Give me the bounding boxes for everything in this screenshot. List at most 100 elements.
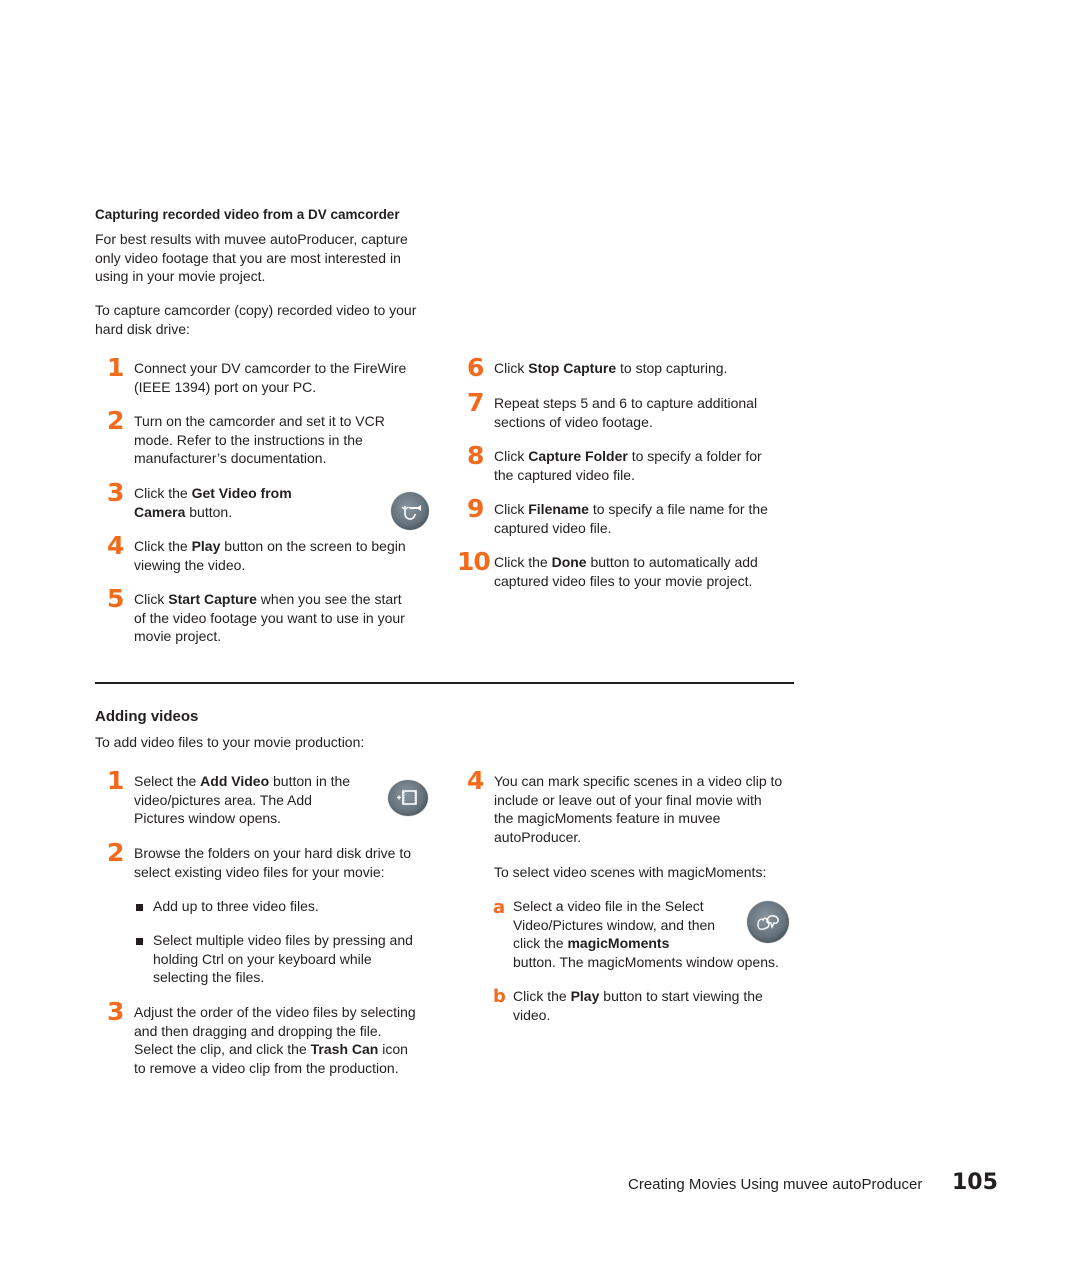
step-number: 8: [467, 441, 485, 470]
step-number: 4: [467, 766, 485, 795]
get-video-from-camera-icon: [391, 492, 429, 530]
text-line: Camera button.: [134, 503, 292, 522]
text-line: Pictures window opens.: [134, 809, 350, 828]
text-line: click the magicMoments: [513, 934, 779, 953]
text-run: video.: [513, 1006, 551, 1023]
step-text: Adjust the order of the video files by s…: [134, 1003, 416, 1078]
text-line: Click Start Capture when you see the sta…: [134, 590, 405, 609]
bold-term: Trash Can: [310, 1041, 379, 1058]
footer-chapter-title: Creating Movies Using muvee autoProducer: [628, 1176, 923, 1193]
bold-term: Filename: [528, 501, 589, 517]
text-line: captured video files to your movie proje…: [494, 572, 758, 591]
section-lead: To add video files to your movie product…: [95, 734, 365, 750]
text-run: Click the: [134, 485, 192, 501]
text-run: Browse the folders on your hard disk dri…: [134, 845, 412, 861]
text-line: Click Filename to specify a file name fo…: [494, 500, 768, 519]
text-line: For best results with muvee autoProducer…: [95, 231, 408, 247]
text-run: viewing the video.: [134, 556, 246, 573]
text-line: Click the Play button on the screen to b…: [134, 537, 406, 556]
step-number: 3: [107, 478, 125, 507]
text-line: Click the Play button to start viewing t…: [513, 987, 763, 1006]
text-run: video/pictures area. The Add: [134, 791, 312, 808]
text-run: mode. Refer to the instructions in the: [134, 431, 363, 448]
text-line: selecting the files.: [153, 969, 265, 986]
step-number: 6: [467, 353, 485, 382]
step-text: Click the Done button to automatically a…: [494, 553, 758, 590]
text-line: to remove a video clip from the producti…: [134, 1059, 416, 1078]
bold-term: Add Video: [200, 773, 270, 789]
text-run: Adjust the order of the video files by s…: [134, 1004, 416, 1020]
text-line: movie project.: [134, 627, 405, 646]
text-line: using in your movie project.: [95, 268, 266, 285]
text-run: button to automatically add: [586, 554, 758, 570]
text-line: Select the Add Video button in the: [134, 772, 350, 791]
step-number: 1: [107, 766, 125, 795]
text-line: and then dragging and dropping the file.: [134, 1022, 416, 1041]
step-text: Click the Play button on the screen to b…: [134, 537, 406, 574]
text-line: Browse the folders on your hard disk dri…: [134, 844, 411, 863]
bold-term: Play: [191, 538, 221, 554]
text-line: viewing the video.: [134, 556, 406, 575]
magic-moments-icon: [747, 901, 789, 943]
text-line: the captured video file.: [494, 466, 762, 485]
text-run: button on the screen to begin: [220, 538, 406, 554]
step-number: 2: [107, 406, 125, 435]
text-run: select existing video files for your mov…: [134, 863, 385, 880]
text-run: Select a video file in the Select: [513, 898, 704, 914]
bold-term: Done: [551, 554, 587, 570]
text-run: button. The magicMoments window opens.: [513, 954, 779, 971]
step-text: Click Start Capture when you see the sta…: [134, 590, 405, 646]
text-line: Add up to three video files.: [153, 898, 319, 914]
text-run: Select the clip, and click the: [134, 1041, 311, 1058]
step-number: 4: [107, 531, 125, 560]
text-run: Click: [494, 360, 529, 376]
bold-term: Stop Capture: [528, 360, 617, 376]
text-line: manufacturer’s documentation.: [134, 449, 385, 468]
text-run: button to start viewing the: [599, 988, 763, 1004]
bold-term: Camera: [134, 503, 186, 520]
text-run: sections of video footage.: [494, 413, 653, 430]
bold-term: Capture Folder: [528, 448, 628, 464]
bullet-icon: [136, 938, 143, 945]
page-number: 105: [952, 1170, 998, 1195]
step-text: You can mark specific scenes in a video …: [494, 772, 782, 847]
intro-paragraph: For best results with muvee autoProducer…: [95, 230, 408, 286]
step-text: Browse the folders on your hard disk dri…: [134, 844, 411, 881]
text-run: include or leave out of your final movie…: [494, 791, 762, 808]
text-run: Click the: [513, 988, 571, 1004]
substep-letter: b: [493, 986, 506, 1007]
text-run: to specify a folder for: [627, 448, 762, 464]
text-run: click the: [513, 935, 568, 952]
text-line: Click Stop Capture to stop capturing.: [494, 359, 727, 378]
section-divider: [95, 682, 794, 684]
step-text: Click Stop Capture to stop capturing.: [494, 359, 727, 378]
step-text: Click Capture Folder to specify a folder…: [494, 447, 762, 484]
add-video-icon: [388, 780, 428, 816]
text-line: Select the clip, and click the Trash Can…: [134, 1040, 416, 1059]
bullet-icon: [136, 904, 143, 911]
text-line: hard disk drive:: [95, 320, 190, 337]
text-line: Select a video file in the Select: [513, 897, 779, 916]
bold-term: Start Capture: [168, 591, 257, 607]
step-text: Connect your DV camcorder to the FireWir…: [134, 359, 406, 396]
text-line: Select multiple video files by pressing …: [153, 932, 413, 948]
bullet-item: Select multiple video files by pressing …: [153, 931, 413, 987]
text-line: the magicMoments feature in muvee: [494, 809, 782, 828]
step-number: 3: [107, 997, 125, 1026]
bold-term: Get Video from: [191, 485, 292, 501]
step-number: 7: [467, 388, 485, 417]
text-run: button in the: [269, 773, 351, 789]
text-run: Repeat steps 5 and 6 to capture addition…: [494, 395, 758, 411]
text-line: Connect your DV camcorder to the FireWir…: [134, 359, 406, 378]
text-run: and then dragging and dropping the file.: [134, 1022, 382, 1039]
substep-letter: a: [493, 897, 506, 918]
text-run: of the video footage you want to use in …: [134, 609, 405, 626]
bold-term: magicMoments: [567, 935, 670, 952]
substep-a-text: Select a video file in the Select Video/P…: [513, 897, 779, 972]
text-run: movie project.: [134, 628, 222, 645]
bold-term: Play: [570, 988, 600, 1004]
text-run: (IEEE 1394) port on your PC.: [134, 378, 317, 395]
text-line: (IEEE 1394) port on your PC.: [134, 378, 406, 397]
text-line: include or leave out of your final movie…: [494, 791, 782, 810]
text-line: captured video file.: [494, 519, 768, 538]
